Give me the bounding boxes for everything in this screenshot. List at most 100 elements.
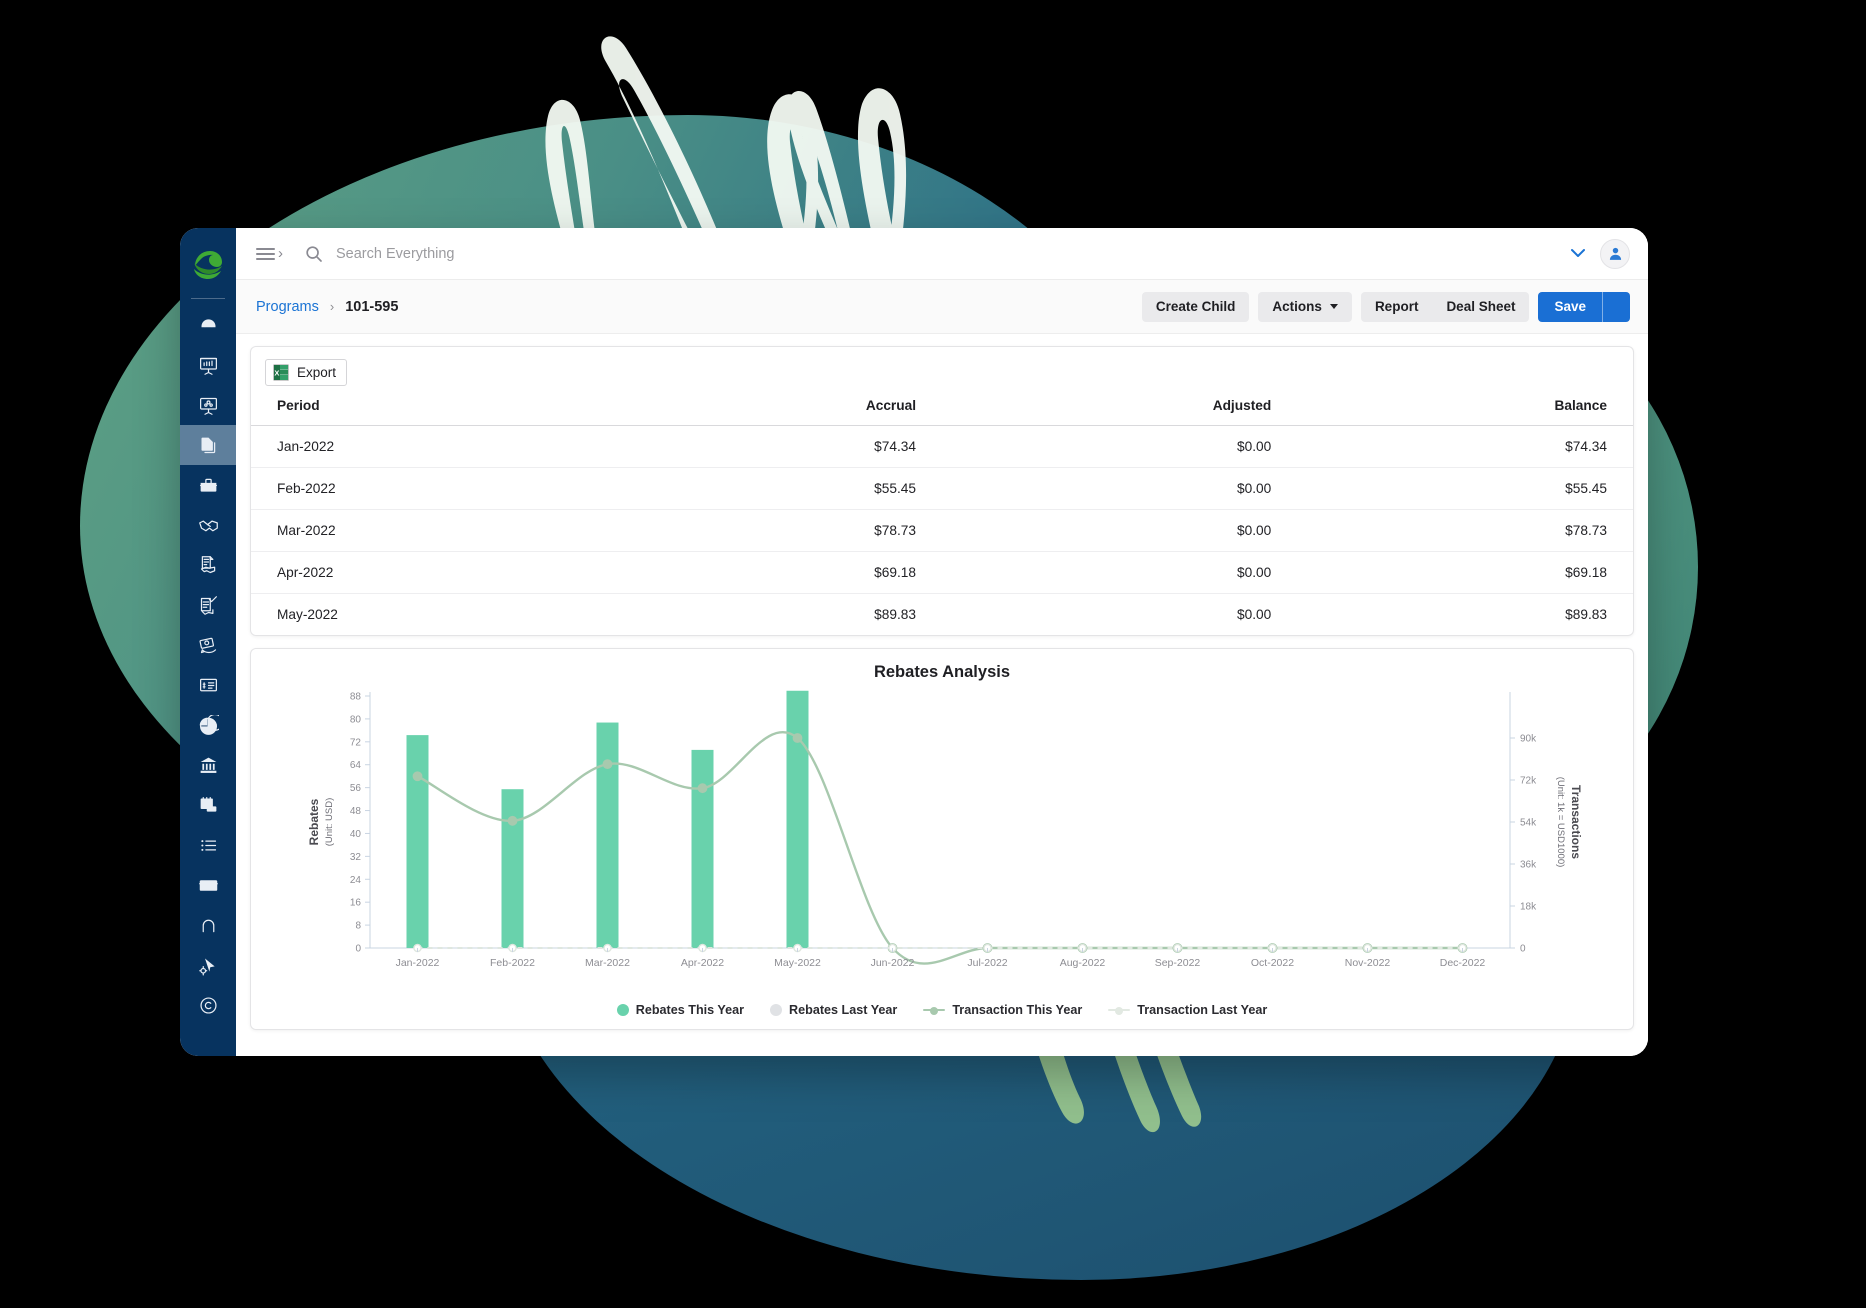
chart-point (412, 771, 423, 782)
report-button[interactable]: Report (1360, 291, 1433, 322)
sidebar-item-presentations[interactable] (180, 385, 236, 425)
table-row[interactable]: Apr-2022 $69.18 $0.00 $69.18 (251, 551, 1633, 594)
table-row[interactable]: Mar-2022 $78.73 $0.00 $78.73 (251, 509, 1633, 552)
column-header-accrual[interactable]: Accrual (613, 394, 943, 426)
cell-balance: $55.45 (1297, 467, 1633, 510)
hamburger-expand-icon[interactable]: › (256, 246, 283, 261)
legend-swatch-bar (616, 1004, 629, 1016)
rebates-analysis-chart: 0 8 16 24 32 40 48 56 64 72 80 88 Rebates (Unit: USD)… (261, 686, 1623, 1001)
sidebar-item-about[interactable] (180, 985, 236, 1025)
export-button-label: Export (297, 365, 337, 380)
column-header-adjusted[interactable]: Adjusted (942, 394, 1298, 426)
sidebar-item-deals[interactable] (180, 505, 236, 545)
cell-period: Apr-2022 (251, 551, 614, 594)
table-toolbar: X Export (251, 347, 1633, 394)
cell-balance: $89.83 (1565, 607, 1607, 622)
svg-text:18k: 18k (1520, 902, 1537, 913)
chart-line (416, 730, 1463, 965)
cell-adjusted: $0.00 (942, 509, 1298, 552)
top-bar: › (236, 228, 1648, 280)
svg-text:May-2022: May-2022 (774, 957, 821, 969)
sidebar-item-programs[interactable] (180, 425, 236, 465)
svg-text:Apr-2022: Apr-2022 (681, 957, 724, 969)
accruals-table: Period Accrual Adjusted Balance Jan-2022… (251, 394, 1633, 635)
cell-balance: $78.73 (1297, 509, 1633, 552)
cell-accrual: $69.18 (613, 551, 943, 594)
sidebar-item-portfolio[interactable] (180, 465, 236, 505)
sidebar (180, 228, 236, 1056)
cell-period: Feb-2022 (251, 467, 614, 510)
chart-bar (406, 735, 429, 948)
svg-text:X: X (274, 369, 279, 378)
accruals-table-card: X Export Period Accrual Adjusted Balance… (250, 346, 1634, 636)
svg-text:Feb-2022: Feb-2022 (490, 957, 535, 969)
export-button[interactable]: X Export (265, 359, 348, 386)
save-button[interactable]: Save (1538, 291, 1602, 322)
legend-label: Transaction Last Year (1137, 1003, 1268, 1017)
sidebar-item-lists[interactable] (180, 825, 236, 865)
column-header-period[interactable]: Period (251, 394, 614, 426)
chevron-down-icon[interactable] (1570, 246, 1586, 261)
search-icon[interactable] (305, 245, 323, 263)
svg-text:Dec-2022: Dec-2022 (1440, 957, 1486, 969)
table-row[interactable]: May-2022 $89.83 $0.00 $89.83 (251, 594, 1633, 636)
sidebar-item-payments[interactable] (180, 865, 236, 905)
report-dealsheet-group: Report Deal Sheet (1360, 291, 1530, 322)
chart-bar (501, 789, 524, 948)
save-dropdown-button[interactable] (1602, 291, 1630, 322)
svg-text:0: 0 (1520, 944, 1526, 955)
svg-text:48: 48 (350, 806, 362, 817)
sidebar-item-finance[interactable] (180, 745, 236, 785)
svg-text:88: 88 (350, 692, 362, 703)
create-child-button[interactable]: Create Child (1141, 291, 1250, 322)
sidebar-item-reports[interactable] (180, 705, 236, 745)
actions-button[interactable]: Actions (1258, 291, 1352, 322)
breadcrumb-parent-link[interactable]: Programs (256, 299, 319, 315)
svg-text:Nov-2022: Nov-2022 (1345, 957, 1391, 969)
sidebar-item-settings[interactable] (180, 945, 236, 985)
legend-swatch-line (1108, 1004, 1131, 1016)
save-button-group: Save (1538, 291, 1630, 322)
sidebar-item-dashboard[interactable] (180, 305, 236, 345)
sidebar-item-structures[interactable] (180, 905, 236, 945)
svg-text:Mar-2022: Mar-2022 (585, 957, 630, 969)
legend-item-transaction-last-year[interactable]: Transaction Last Year (1108, 1003, 1267, 1017)
deal-sheet-button[interactable]: Deal Sheet (1432, 291, 1530, 322)
chart-bar (786, 690, 809, 948)
svg-text:16: 16 (350, 898, 362, 909)
chart-bar (691, 749, 714, 948)
chart-point (792, 733, 803, 743)
sidebar-item-calendar[interactable] (180, 785, 236, 825)
table-row[interactable]: Feb-2022 $55.45 $0.00 $55.45 (251, 467, 1633, 510)
legend-label: Rebates Last Year (789, 1003, 898, 1017)
legend-swatch-bar (770, 1004, 783, 1016)
legend-item-transaction-this-year[interactable]: Transaction This Year (923, 1003, 1082, 1017)
svg-text:72k: 72k (1520, 776, 1537, 787)
svg-text:56: 56 (350, 783, 362, 794)
chart-point (507, 815, 518, 826)
table-row[interactable]: Jan-2022 $74.34 $0.00 $74.34 (251, 425, 1633, 468)
chart-point (697, 783, 708, 794)
chart-title: Rebates Analysis (873, 663, 1011, 681)
main-area: › Programs › 101-59 (236, 228, 1648, 1056)
table-body: Jan-2022 $74.34 $0.00 $74.34 Feb-2022 $5… (251, 425, 1633, 636)
legend-label: Transaction This Year (952, 1003, 1083, 1017)
sidebar-item-rebates[interactable] (180, 625, 236, 665)
screenshot-stage: › Programs › 101-59 (0, 0, 1866, 1308)
legend-swatch-line (923, 1004, 946, 1016)
column-header-balance[interactable]: Balance (1297, 394, 1633, 426)
cell-adjusted: $0.00 (942, 425, 1298, 468)
sidebar-item-contracts[interactable] (180, 545, 236, 585)
search-input[interactable] (336, 245, 756, 262)
legend-item-rebates-last-year[interactable]: Rebates Last Year (770, 1003, 897, 1017)
sidebar-item-approvals[interactable] (180, 585, 236, 625)
svg-text:64: 64 (350, 760, 362, 771)
sidebar-item-invoices[interactable] (180, 665, 236, 705)
actions-button-label: Actions (1272, 299, 1322, 314)
sidebar-item-analytics[interactable] (180, 345, 236, 385)
legend-item-rebates-this-year[interactable]: Rebates This Year (616, 1003, 744, 1017)
leaf-logo[interactable] (191, 248, 225, 282)
svg-text:72: 72 (350, 737, 362, 748)
cell-period: Mar-2022 (251, 509, 614, 552)
user-avatar-icon[interactable] (1600, 238, 1630, 269)
